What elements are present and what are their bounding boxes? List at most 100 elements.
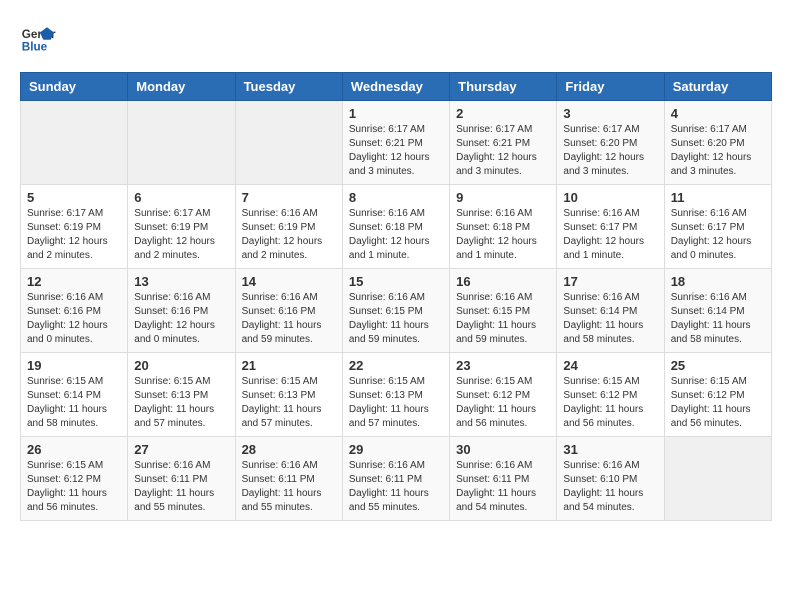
day-info: Sunrise: 6:15 AM Sunset: 6:12 PM Dayligh… <box>671 375 765 431</box>
calendar-week-2: 5Sunrise: 6:17 AM Sunset: 6:19 PM Daylig… <box>21 185 772 269</box>
day-info: Sunrise: 6:15 AM Sunset: 6:14 PM Dayligh… <box>27 375 121 431</box>
day-number: 30 <box>456 442 550 457</box>
day-number: 23 <box>456 358 550 373</box>
day-number: 6 <box>134 190 228 205</box>
calendar-cell: 19 Sunrise: 6:15 AM Sunset: 6:14 PM Dayli… <box>21 353 128 437</box>
calendar-table: SundayMondayTuesdayWednesdayThursdayFrid… <box>20 72 772 521</box>
calendar-header-row: SundayMondayTuesdayWednesdayThursdayFrid… <box>21 73 772 101</box>
calendar-cell: 6 Sunrise: 6:17 AM Sunset: 6:19 PM Daylig… <box>128 185 235 269</box>
day-info: Sunrise: 6:15 AM Sunset: 6:13 PM Dayligh… <box>349 375 443 431</box>
calendar-cell: 28Sunrise: 6:16 AM Sunset: 6:11 PM Dayli… <box>235 437 342 521</box>
calendar-cell: 12Sunrise: 6:16 AM Sunset: 6:16 PM Dayli… <box>21 269 128 353</box>
day-info: Sunrise: 6:16 AM Sunset: 6:14 PM Dayligh… <box>671 291 765 347</box>
calendar-cell <box>21 101 128 185</box>
day-info: Sunrise: 6:16 AM Sunset: 6:14 PM Dayligh… <box>563 291 657 347</box>
calendar-cell: 29 Sunrise: 6:16 AM Sunset: 6:11 PM Dayli… <box>342 437 449 521</box>
day-info: Sunrise: 6:16 AM Sunset: 6:15 PM Dayligh… <box>456 291 550 347</box>
day-info: Sunrise: 6:16 AM Sunset: 6:19 PM Dayligh… <box>242 207 336 263</box>
day-number: 9 <box>456 190 550 205</box>
day-number: 10 <box>563 190 657 205</box>
calendar-cell: 8Sunrise: 6:16 AM Sunset: 6:18 PM Daylig… <box>342 185 449 269</box>
day-header-friday: Friday <box>557 73 664 101</box>
calendar-cell: 22Sunrise: 6:15 AM Sunset: 6:13 PM Dayli… <box>342 353 449 437</box>
day-info: Sunrise: 6:17 AM Sunset: 6:21 PM Dayligh… <box>349 123 443 179</box>
day-number: 19 <box>27 358 121 373</box>
day-info: Sunrise: 6:15 AM Sunset: 6:13 PM Dayligh… <box>242 375 336 431</box>
logo-icon: General Blue <box>20 20 56 56</box>
day-info: Sunrise: 6:16 AM Sunset: 6:17 PM Dayligh… <box>563 207 657 263</box>
calendar-cell: 16 Sunrise: 6:16 AM Sunset: 6:15 PM Dayli… <box>450 269 557 353</box>
calendar-week-1: 1Sunrise: 6:17 AM Sunset: 6:21 PM Daylig… <box>21 101 772 185</box>
calendar-cell: 14 Sunrise: 6:16 AM Sunset: 6:16 PM Dayli… <box>235 269 342 353</box>
page-header: General Blue <box>20 20 772 56</box>
day-info: Sunrise: 6:15 AM Sunset: 6:12 PM Dayligh… <box>456 375 550 431</box>
day-number: 31 <box>563 442 657 457</box>
day-info: Sunrise: 6:17 AM Sunset: 6:19 PM Dayligh… <box>27 207 121 263</box>
logo: General Blue <box>20 20 56 56</box>
day-number: 3 <box>563 106 657 121</box>
day-info: Sunrise: 6:17 AM Sunset: 6:21 PM Dayligh… <box>456 123 550 179</box>
day-info: Sunrise: 6:16 AM Sunset: 6:16 PM Dayligh… <box>242 291 336 347</box>
calendar-cell: 24Sunrise: 6:15 AM Sunset: 6:12 PM Dayli… <box>557 353 664 437</box>
calendar-cell: 11Sunrise: 6:16 AM Sunset: 6:17 PM Dayli… <box>664 185 771 269</box>
day-info: Sunrise: 6:15 AM Sunset: 6:12 PM Dayligh… <box>563 375 657 431</box>
calendar-cell: 27 Sunrise: 6:16 AM Sunset: 6:11 PM Dayli… <box>128 437 235 521</box>
day-number: 29 <box>349 442 443 457</box>
day-header-tuesday: Tuesday <box>235 73 342 101</box>
calendar-cell: 18 Sunrise: 6:16 AM Sunset: 6:14 PM Dayli… <box>664 269 771 353</box>
calendar-cell: 2 Sunrise: 6:17 AM Sunset: 6:21 PM Daylig… <box>450 101 557 185</box>
day-number: 8 <box>349 190 443 205</box>
calendar-cell: 5Sunrise: 6:17 AM Sunset: 6:19 PM Daylig… <box>21 185 128 269</box>
day-info: Sunrise: 6:16 AM Sunset: 6:10 PM Dayligh… <box>563 459 657 515</box>
calendar-cell: 21 Sunrise: 6:15 AM Sunset: 6:13 PM Dayli… <box>235 353 342 437</box>
day-info: Sunrise: 6:16 AM Sunset: 6:17 PM Dayligh… <box>671 207 765 263</box>
day-number: 26 <box>27 442 121 457</box>
day-info: Sunrise: 6:17 AM Sunset: 6:20 PM Dayligh… <box>671 123 765 179</box>
day-info: Sunrise: 6:17 AM Sunset: 6:20 PM Dayligh… <box>563 123 657 179</box>
day-number: 7 <box>242 190 336 205</box>
day-info: Sunrise: 6:16 AM Sunset: 6:11 PM Dayligh… <box>456 459 550 515</box>
day-number: 20 <box>134 358 228 373</box>
day-info: Sunrise: 6:16 AM Sunset: 6:11 PM Dayligh… <box>242 459 336 515</box>
calendar-cell: 4 Sunrise: 6:17 AM Sunset: 6:20 PM Daylig… <box>664 101 771 185</box>
calendar-cell <box>235 101 342 185</box>
day-info: Sunrise: 6:16 AM Sunset: 6:18 PM Dayligh… <box>456 207 550 263</box>
calendar-cell: 25 Sunrise: 6:15 AM Sunset: 6:12 PM Dayli… <box>664 353 771 437</box>
day-info: Sunrise: 6:16 AM Sunset: 6:11 PM Dayligh… <box>134 459 228 515</box>
calendar-week-5: 26 Sunrise: 6:15 AM Sunset: 6:12 PM Dayli… <box>21 437 772 521</box>
day-info: Sunrise: 6:16 AM Sunset: 6:15 PM Dayligh… <box>349 291 443 347</box>
day-number: 13 <box>134 274 228 289</box>
day-number: 4 <box>671 106 765 121</box>
calendar-cell: 9 Sunrise: 6:16 AM Sunset: 6:18 PM Daylig… <box>450 185 557 269</box>
day-header-monday: Monday <box>128 73 235 101</box>
calendar-cell: 17Sunrise: 6:16 AM Sunset: 6:14 PM Dayli… <box>557 269 664 353</box>
day-number: 18 <box>671 274 765 289</box>
day-number: 16 <box>456 274 550 289</box>
calendar-cell <box>128 101 235 185</box>
day-info: Sunrise: 6:16 AM Sunset: 6:16 PM Dayligh… <box>134 291 228 347</box>
calendar-cell: 23 Sunrise: 6:15 AM Sunset: 6:12 PM Dayli… <box>450 353 557 437</box>
calendar-cell: 26 Sunrise: 6:15 AM Sunset: 6:12 PM Dayli… <box>21 437 128 521</box>
day-info: Sunrise: 6:15 AM Sunset: 6:13 PM Dayligh… <box>134 375 228 431</box>
calendar-cell: 13 Sunrise: 6:16 AM Sunset: 6:16 PM Dayli… <box>128 269 235 353</box>
day-header-thursday: Thursday <box>450 73 557 101</box>
calendar-week-3: 12 Sunrise: 6:16 AM Sunset: 6:16 PM Dayli… <box>21 269 772 353</box>
calendar-cell: 20 Sunrise: 6:15 AM Sunset: 6:13 PM Dayli… <box>128 353 235 437</box>
day-info: Sunrise: 6:17 AM Sunset: 6:19 PM Dayligh… <box>134 207 228 263</box>
day-info: Sunrise: 6:15 AM Sunset: 6:12 PM Dayligh… <box>27 459 121 515</box>
day-header-sunday: Sunday <box>21 73 128 101</box>
day-number: 25 <box>671 358 765 373</box>
calendar-week-4: 19 Sunrise: 6:15 AM Sunset: 6:14 PM Dayli… <box>21 353 772 437</box>
day-number: 21 <box>242 358 336 373</box>
day-number: 14 <box>242 274 336 289</box>
day-number: 15 <box>349 274 443 289</box>
calendar-cell: 7 Sunrise: 6:16 AM Sunset: 6:19 PM Daylig… <box>235 185 342 269</box>
day-number: 2 <box>456 106 550 121</box>
day-number: 27 <box>134 442 228 457</box>
day-header-wednesday: Wednesday <box>342 73 449 101</box>
day-number: 12 <box>27 274 121 289</box>
calendar-cell: 10 Sunrise: 6:16 AM Sunset: 6:17 PM Dayli… <box>557 185 664 269</box>
day-info: Sunrise: 6:16 AM Sunset: 6:11 PM Dayligh… <box>349 459 443 515</box>
calendar-cell: 30 Sunrise: 6:16 AM Sunset: 6:11 PM Dayli… <box>450 437 557 521</box>
calendar-cell <box>664 437 771 521</box>
